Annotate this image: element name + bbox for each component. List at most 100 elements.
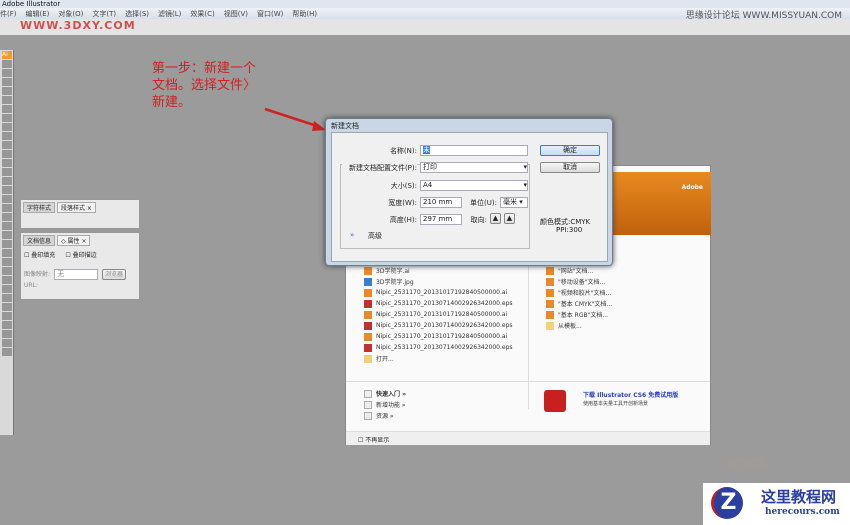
tool-icon[interactable]	[2, 348, 12, 356]
tab-attributes[interactable]: ◇ 属性 ×	[57, 235, 91, 246]
menu-item[interactable]: 滤镜(L)	[158, 9, 181, 19]
tab-character-styles[interactable]: 字符样式	[23, 202, 56, 213]
menu-item[interactable]: 编辑(E)	[26, 9, 50, 19]
annotation-arrow	[264, 107, 326, 131]
tool-icon[interactable]	[2, 249, 12, 257]
link-resources[interactable]: 资源 »	[364, 410, 406, 421]
size-select[interactable]: A4 ▾	[420, 180, 528, 191]
recent-file-item[interactable]: 3D学院字.jpg	[364, 276, 529, 287]
tool-icon[interactable]	[2, 78, 12, 86]
tool-icon[interactable]	[2, 150, 12, 158]
dialog-title: 新建文档	[331, 122, 359, 130]
recent-file-item[interactable]: Nipic_2531170_20130714002926342000.eps	[364, 342, 529, 353]
tool-icon[interactable]	[2, 303, 12, 311]
herecours-logo-icon: Z	[711, 487, 743, 519]
recent-file-item[interactable]: Nipic_2531170_20131017192840500000.ai	[364, 331, 529, 342]
recent-file-item[interactable]: Nipic_2531170_20130714002926342000.eps	[364, 320, 529, 331]
site-watermark: WWW.3DXY.COM	[20, 19, 136, 32]
ok-button[interactable]: 确定	[540, 145, 600, 156]
tool-icon[interactable]	[2, 312, 12, 320]
tool-icon[interactable]	[2, 339, 12, 347]
menu-item[interactable]: 窗口(W)	[257, 9, 283, 19]
tool-icon[interactable]	[2, 132, 12, 140]
tool-icon[interactable]	[2, 96, 12, 104]
tab-document-info[interactable]: 文档信息	[23, 235, 56, 246]
promo-link[interactable]: 下载 Illustrator CS6 免费试用版	[583, 390, 678, 399]
advanced-label[interactable]: 高级	[368, 231, 382, 241]
tool-icon[interactable]	[2, 105, 12, 113]
tool-icon[interactable]	[2, 69, 12, 77]
create-new-item[interactable]: "网站"文档...	[546, 265, 706, 276]
units-select[interactable]: 毫米 ▾	[500, 197, 528, 208]
profile-select[interactable]: 打印 ▾	[420, 162, 528, 173]
tool-icon[interactable]	[2, 330, 12, 338]
tab-paragraph-styles[interactable]: 段落样式 ×	[57, 202, 96, 213]
overprint-stroke-checkbox[interactable]: ☐ 叠印描边	[65, 250, 96, 259]
profile-label: 新建文档配置文件(P):	[342, 163, 417, 173]
tools-panel: Ai	[0, 50, 14, 435]
tool-icon[interactable]	[2, 285, 12, 293]
tool-icon[interactable]	[2, 321, 12, 329]
folder-icon	[546, 321, 554, 330]
recent-file-item[interactable]: Nipic_2531170_20130714002926342000.eps	[364, 298, 529, 309]
tool-icon[interactable]	[2, 141, 12, 149]
tool-icon[interactable]	[2, 276, 12, 284]
portrait-button[interactable]: ▲	[490, 213, 501, 224]
tool-icon[interactable]	[2, 177, 12, 185]
image-map-select[interactable]: 无	[54, 269, 99, 280]
dont-show-checkbox[interactable]: ☐ 不再显示	[346, 431, 710, 445]
tool-icon[interactable]	[2, 222, 12, 230]
tool-icon[interactable]	[2, 60, 12, 68]
recent-file-item[interactable]: 打开...	[364, 353, 529, 364]
overprint-fill-checkbox[interactable]: ☐ 叠印填充	[24, 250, 55, 259]
promo-subtitle: 使用基本矢量工具开创新场景	[583, 401, 649, 407]
create-new-item[interactable]: 从模板...	[546, 320, 706, 331]
create-new-item[interactable]: "移动设备"文档...	[546, 276, 706, 287]
recent-file-item[interactable]: 3D学院字.ai	[364, 265, 529, 276]
menu-item[interactable]: 效果(C)	[190, 9, 214, 19]
menu-item[interactable]: 对象(O)	[58, 9, 83, 19]
create-new-item[interactable]: "基本 CMYK"文档...	[546, 298, 706, 309]
ai-file-icon	[546, 277, 554, 286]
tool-icon[interactable]	[2, 267, 12, 275]
help-links: 快速入门 » 新增功能 » 资源 »	[364, 388, 406, 421]
name-input[interactable]: 未	[420, 145, 528, 156]
tool-icon[interactable]	[2, 123, 12, 131]
landscape-button[interactable]: ▲	[504, 213, 515, 224]
character-styles-panel: 字符样式 段落样式 ×	[20, 199, 140, 229]
tool-icon[interactable]	[2, 186, 12, 194]
menu-item[interactable]: 视图(V)	[224, 9, 248, 19]
tool-icon[interactable]	[2, 168, 12, 176]
tool-icon[interactable]	[2, 87, 12, 95]
browser-button[interactable]: 浏览器	[102, 269, 127, 280]
tool-icon[interactable]	[2, 159, 12, 167]
herecours-watermark: Z 这里教程网 herecours.com	[703, 483, 850, 525]
tool-icon[interactable]	[2, 231, 12, 239]
tool-icon[interactable]	[2, 204, 12, 212]
height-input[interactable]: 297 mm	[420, 214, 462, 225]
link-getting-started[interactable]: 快速入门 »	[364, 388, 406, 399]
tool-icon[interactable]	[2, 294, 12, 302]
tool-icon[interactable]	[2, 114, 12, 122]
menu-item[interactable]: 文字(T)	[92, 9, 116, 19]
eps-file-icon	[364, 321, 372, 330]
cancel-button[interactable]: 取消	[540, 162, 600, 173]
tool-icon[interactable]	[2, 213, 12, 221]
menu-item[interactable]: 选择(S)	[125, 9, 149, 19]
tool-icon[interactable]	[2, 258, 12, 266]
menu-item[interactable]: 件(F)	[0, 9, 17, 19]
eps-file-icon	[364, 343, 372, 352]
jpg-file-icon	[364, 277, 372, 286]
menu-item[interactable]: 帮助(H)	[292, 9, 317, 19]
tool-icon[interactable]	[2, 195, 12, 203]
ai-file-icon	[546, 288, 554, 297]
create-new-item[interactable]: "视频和胶片"文档...	[546, 287, 706, 298]
create-new-item[interactable]: "基本 RGB"文档...	[546, 309, 706, 320]
width-input[interactable]: 210 mm	[420, 197, 462, 208]
recent-files-list: 3D学院字.ai 3D学院字.jpg Nipic_2531170_201310171…	[364, 265, 529, 364]
tool-icon[interactable]	[2, 240, 12, 248]
link-new-features[interactable]: 新增功能 »	[364, 399, 406, 410]
advanced-toggle-icon[interactable]: »	[350, 231, 354, 239]
recent-file-item[interactable]: Nipic_2531170_20131017192840500000.ai	[364, 287, 529, 298]
recent-file-item[interactable]: Nipic_2531170_20131017192840500000.ai	[364, 309, 529, 320]
